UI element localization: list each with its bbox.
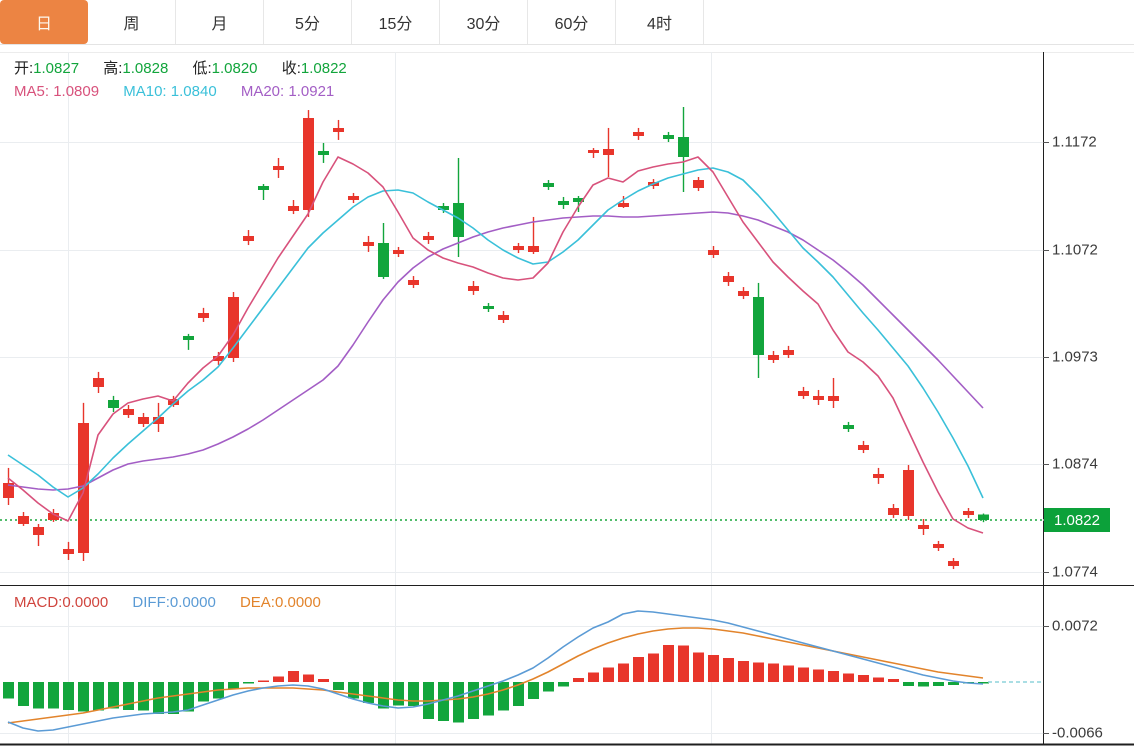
ma20-line [8, 212, 983, 490]
open-label: 开: [14, 60, 33, 77]
open-value: 1.0827 [33, 60, 79, 77]
close-label: 收: [282, 60, 301, 77]
ma5-label: MA5: [14, 83, 49, 100]
ma10-label: MA10: [123, 83, 166, 100]
low-value: 1.0820 [212, 60, 258, 77]
macd-label: MACD: [14, 594, 62, 611]
ma-legend: MA5: 1.0809 MA10: 1.0840 MA20: 1.0921 [14, 83, 354, 100]
high-value: 1.0828 [122, 60, 168, 77]
ma5-line [8, 157, 983, 533]
y-axis-label-0.0072: 0.0072 [1052, 618, 1098, 635]
diff-value: 0.0000 [170, 594, 216, 611]
ma5-value: 1.0809 [53, 83, 99, 100]
dea-value: 0.0000 [275, 594, 321, 611]
y-axis-label-1.0774: 1.0774 [1052, 564, 1098, 581]
ma10-value: 1.0840 [171, 83, 217, 100]
macd-legend: MACD:0.0000 DIFF:0.0000 DEA:0.0000 [14, 594, 341, 611]
close-value: 1.0822 [301, 60, 347, 77]
ma20-label: MA20: [241, 83, 284, 100]
diff-line [8, 611, 983, 731]
y-axis-label-1.0973: 1.0973 [1052, 349, 1098, 366]
current-price-badge: 1.0822 [1044, 508, 1110, 532]
candlestick-series [3, 107, 989, 569]
dea-label: DEA: [240, 594, 275, 611]
diff-label: DIFF: [132, 594, 170, 611]
ma10-line [8, 168, 983, 498]
y-axis-label-1.0874: 1.0874 [1052, 456, 1098, 473]
y-axis-label--0.0066: -0.0066 [1052, 725, 1103, 742]
macd-value: 0.0000 [62, 594, 108, 611]
low-label: 低: [192, 60, 211, 77]
y-axis-label-1.1072: 1.1072 [1052, 242, 1098, 259]
y-axis-label-1.1172: 1.1172 [1052, 134, 1097, 151]
ma20-value: 1.0921 [288, 83, 334, 100]
price-and-macd-chart[interactable] [0, 0, 1134, 750]
high-label: 高: [103, 60, 122, 77]
ohlc-legend: 开:1.0827 高:1.0828 低:1.0820 收:1.0822 [14, 57, 367, 78]
